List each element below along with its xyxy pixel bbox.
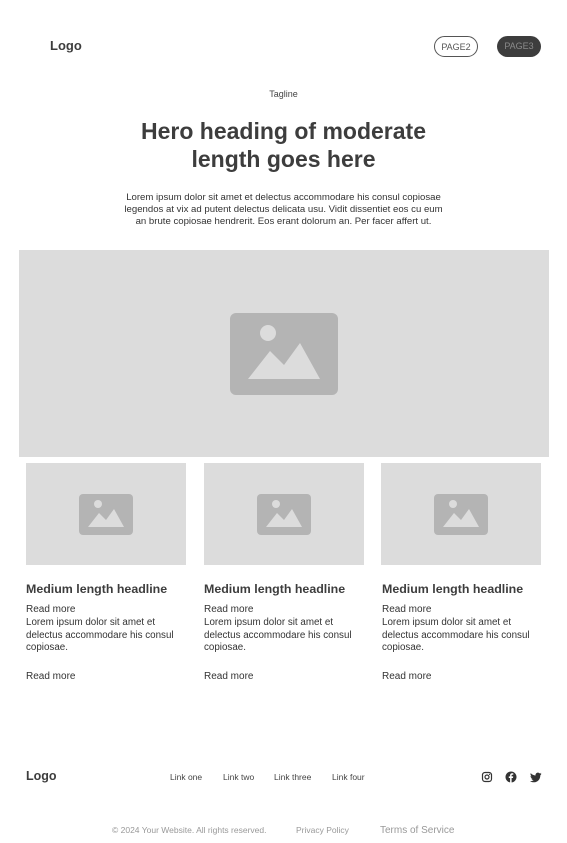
twitter-icon[interactable] bbox=[530, 770, 542, 783]
footer-link-three[interactable]: Link three bbox=[274, 772, 311, 782]
image-placeholder-icon bbox=[230, 313, 338, 395]
nav-page2-button[interactable]: PAGE2 bbox=[434, 36, 478, 57]
copyright-text: © 2024 Your Website. All rights reserved… bbox=[112, 825, 267, 835]
card-body: Lorem ipsum dolor sit amet et delectus a… bbox=[382, 617, 530, 653]
image-placeholder-icon bbox=[79, 494, 133, 535]
terms-of-service-link[interactable]: Terms of Service bbox=[380, 825, 454, 836]
facebook-icon[interactable] bbox=[505, 770, 517, 783]
card-read-more-link[interactable]: Read more bbox=[204, 671, 253, 682]
card-read-more-link[interactable]: Read more bbox=[204, 604, 253, 615]
card-body: Lorem ipsum dolor sit amet et delectus a… bbox=[26, 617, 174, 653]
footer-link-four[interactable]: Link four bbox=[332, 772, 365, 782]
privacy-policy-link[interactable]: Privacy Policy bbox=[296, 825, 349, 835]
hero-body: Lorem ipsum dolor sit amet et delectus a… bbox=[124, 192, 443, 227]
footer-logo[interactable]: Logo bbox=[26, 769, 57, 783]
instagram-icon[interactable] bbox=[481, 770, 493, 783]
card-image bbox=[26, 463, 186, 565]
hero-heading: Hero heading of moderate length goes her… bbox=[141, 118, 426, 172]
hero-tagline: Tagline bbox=[269, 89, 298, 99]
image-placeholder-icon bbox=[257, 494, 311, 535]
card-headline: Medium length headline bbox=[26, 582, 168, 596]
card-image bbox=[204, 463, 364, 565]
card-headline: Medium length headline bbox=[382, 582, 524, 596]
hero-image bbox=[19, 250, 549, 457]
image-placeholder-icon bbox=[434, 494, 488, 535]
card-headline: Medium length headline bbox=[204, 582, 346, 596]
footer-link-one[interactable]: Link one bbox=[170, 772, 202, 782]
card-read-more-link[interactable]: Read more bbox=[26, 604, 75, 615]
card-image bbox=[381, 463, 541, 565]
card-read-more-link[interactable]: Read more bbox=[382, 604, 431, 615]
card-body: Lorem ipsum dolor sit amet et delectus a… bbox=[204, 617, 352, 653]
card-read-more-link[interactable]: Read more bbox=[382, 671, 431, 682]
footer-link-two[interactable]: Link two bbox=[223, 772, 254, 782]
site-logo[interactable]: Logo bbox=[50, 38, 82, 53]
nav-page3-button[interactable]: PAGE3 bbox=[497, 36, 541, 57]
card-read-more-link[interactable]: Read more bbox=[26, 671, 75, 682]
